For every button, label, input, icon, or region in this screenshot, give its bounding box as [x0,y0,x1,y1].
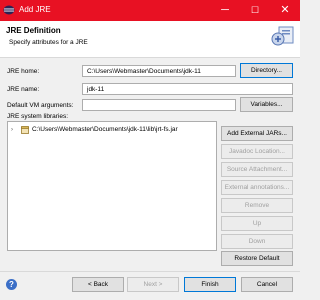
help-icon[interactable]: ? [6,279,17,290]
restore-default-button[interactable]: Restore Default [221,251,293,266]
up-button[interactable]: Up [221,216,293,231]
directory-button[interactable]: Directory... [240,63,293,78]
vm-args-input[interactable] [82,99,236,111]
down-button[interactable]: Down [221,234,293,249]
expand-chevron-icon[interactable]: › [11,127,13,133]
maximize-button[interactable]: ☐ [240,0,270,21]
footer-separator [0,271,300,272]
finish-button[interactable]: Finish [184,277,236,292]
close-button[interactable]: ✕ [270,0,300,21]
source-attachment-button[interactable]: Source Attachment... [221,162,293,177]
vm-args-label: Default VM arguments: [7,102,74,109]
javadoc-location-button[interactable]: Javadoc Location... [221,144,293,159]
library-item[interactable]: C:\Users\Webmaster\Documents\jdk-11\lib\… [32,126,178,133]
libraries-tree[interactable] [7,121,217,251]
cancel-button[interactable]: Cancel [241,277,293,292]
minimize-button[interactable]: ─ [210,0,240,21]
remove-button[interactable]: Remove [221,198,293,213]
window-title: Add JRE [19,5,51,14]
libraries-label: JRE system libraries: [7,113,69,120]
jre-name-label: JRE name: [7,86,40,93]
jre-home-input[interactable]: C:\Users\Webmaster\Documents\jdk-11 [82,65,236,77]
jre-name-input[interactable]: jdk-11 [82,83,293,95]
external-annotations-button[interactable]: External annotations... [221,180,293,195]
variables-button[interactable]: Variables... [240,97,293,112]
eclipse-icon [3,5,15,15]
jre-wizard-icon [271,26,294,46]
page-title: JRE Definition [6,26,61,35]
jar-icon [21,126,29,134]
page-subtitle: Specify attributes for a JRE [9,39,88,46]
jre-home-label: JRE home: [7,68,40,75]
add-external-jars-button[interactable]: Add External JARs... [221,126,293,141]
next-button[interactable]: Next > [127,277,179,292]
back-button[interactable]: < Back [72,277,124,292]
